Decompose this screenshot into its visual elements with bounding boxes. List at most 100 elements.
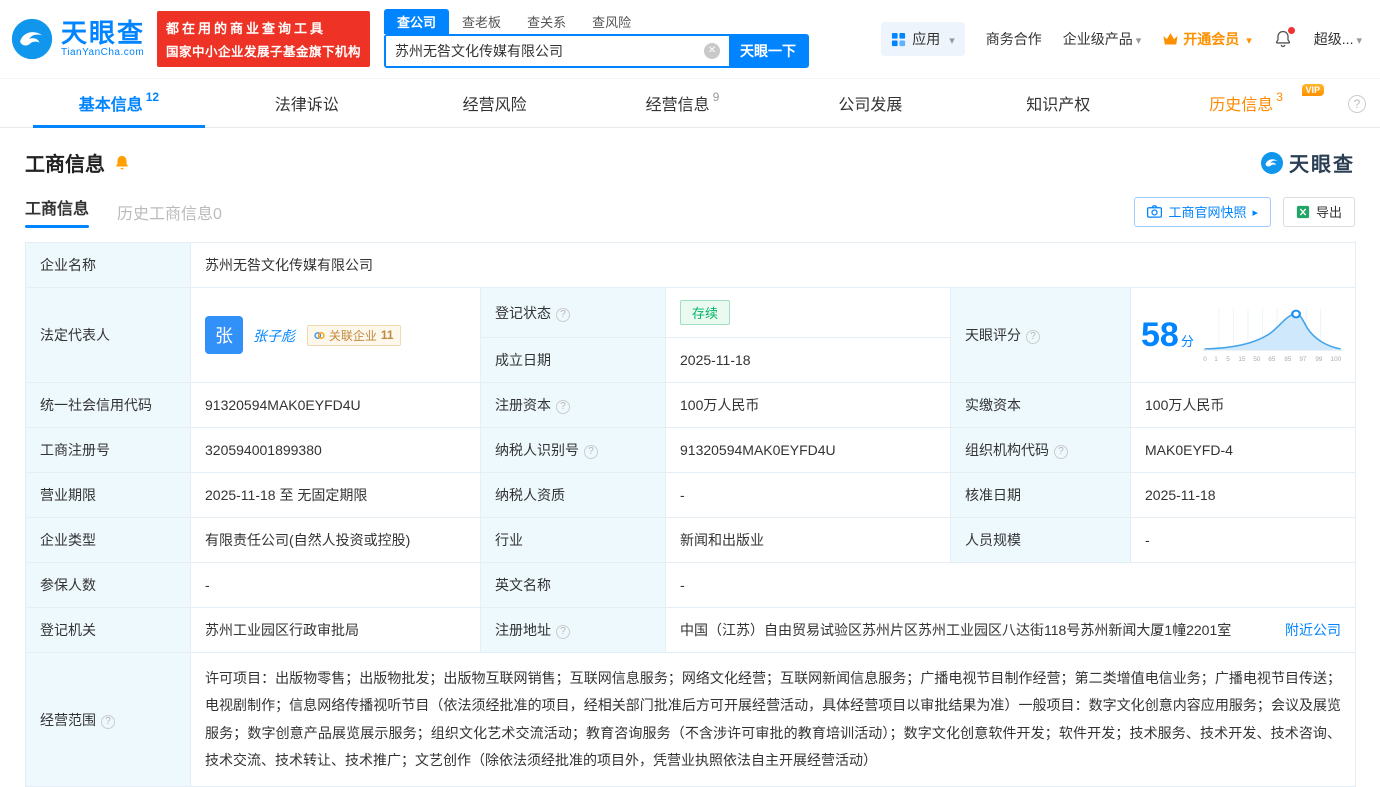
search-tab-relation[interactable]: 查关系 [514, 9, 579, 34]
reg-address-value: 中国（江苏）自由贸易试验区苏州片区苏州工业园区八达街118号苏州新闻大厦1幢22… [680, 620, 1231, 640]
paid-capital-value: 100万人民币 [1131, 383, 1356, 428]
tab-basic-info[interactable]: 基本信息 12 [25, 79, 213, 127]
staff-size-value: - [1131, 518, 1356, 563]
tab-company-development-label: 公司发展 [838, 91, 902, 115]
apps-menu-label: 应用 [912, 29, 940, 49]
related-companies-badge[interactable]: 关联企业 11 [307, 325, 401, 346]
table-row: 登记机关 苏州工业园区行政审批局 注册地址 中国（江苏）自由贸易试验区苏州片区苏… [26, 608, 1356, 653]
nearby-companies-link[interactable]: 附近公司 [1285, 620, 1341, 640]
apps-menu[interactable]: 应用 [881, 22, 965, 56]
tab-intellectual-property[interactable]: 知识产权 [964, 79, 1152, 127]
company-name-value: 苏州无咎文化传媒有限公司 [191, 243, 1356, 288]
search-input[interactable] [395, 43, 704, 59]
table-row: 企业类型 有限责任公司(自然人投资或控股) 行业 新闻和出版业 人员规模 - [26, 518, 1356, 563]
search-button[interactable]: 天眼一下 [729, 36, 807, 66]
user-menu[interactable]: 超级... [1314, 29, 1362, 49]
tab-intellectual-property-label: 知识产权 [1026, 91, 1090, 115]
help-icon[interactable] [584, 445, 598, 459]
notifications-bell[interactable] [1273, 29, 1293, 49]
watermark-text: 天眼查 [1289, 148, 1355, 177]
industry-value: 新闻和出版业 [666, 518, 951, 563]
tab-history-info[interactable]: 历史信息 3 VIP [1152, 79, 1340, 127]
field-label-score: 天眼评分 [951, 288, 1131, 383]
field-label-establish-date: 成立日期 [481, 338, 666, 383]
top-header: 天眼查 TianYanCha.com 都在用的商业查询工具 国家中小企业发展子基… [0, 0, 1380, 78]
subtab-history-business-info[interactable]: 历史工商信息0 [117, 200, 222, 224]
help-icon[interactable] [1054, 445, 1068, 459]
help-icon[interactable] [1348, 95, 1366, 113]
open-vip-button[interactable]: 开通会员 [1162, 29, 1252, 49]
logo-title: 天眼查 [61, 20, 145, 47]
tab-business-info-label: 经营信息 [646, 91, 710, 115]
promo-banner-line1: 都在用的商业查询工具 [166, 18, 361, 37]
field-label-reg-capital: 注册资本 [481, 383, 666, 428]
reg-number-value: 320594001899380 [191, 428, 481, 473]
business-term-value: 2025-11-18 至 无固定期限 [191, 473, 481, 518]
subtab-business-info[interactable]: 工商信息 [25, 195, 89, 228]
legal-rep-link[interactable]: 张子彪 [253, 328, 295, 344]
nav-enterprise-label: 企业级产品 [1063, 29, 1133, 49]
taxpayer-quality-value: - [666, 473, 951, 518]
vip-badge: VIP [1302, 84, 1325, 96]
excel-icon [1296, 205, 1310, 219]
chevron-down-icon [946, 31, 955, 47]
nav-cooperation[interactable]: 商务合作 [986, 29, 1042, 49]
table-row: 经营范围 许可项目：出版物零售；出版物批发；出版物互联网销售；互联网信息服务；网… [26, 653, 1356, 787]
nav-enterprise-products[interactable]: 企业级产品 [1063, 29, 1142, 49]
field-label-business-scope: 经营范围 [26, 653, 191, 787]
company-section-tabs: 基本信息 12 法律诉讼 经营风险 经营信息 9 公司发展 知识产权 历史信息 … [0, 78, 1380, 128]
search-area: 查公司 查老板 查关系 查风险 天眼一下 [384, 10, 809, 68]
monitor-bell-icon[interactable] [113, 154, 131, 172]
export-label: 导出 [1316, 202, 1342, 221]
field-label-staff-size: 人员规模 [951, 518, 1131, 563]
tab-business-info[interactable]: 经营信息 9 [589, 79, 777, 127]
tab-legal[interactable]: 法律诉讼 [213, 79, 401, 127]
taxpayer-id-value: 91320594MAK0EYFD4U [666, 428, 951, 473]
help-icon[interactable] [556, 625, 570, 639]
help-icon[interactable] [1026, 330, 1040, 344]
help-icon[interactable] [101, 715, 115, 729]
tab-history-info-count: 3 [1276, 90, 1283, 104]
search-box: 天眼一下 [384, 34, 809, 68]
field-label-company-type: 企业类型 [26, 518, 191, 563]
approval-date-value: 2025-11-18 [1131, 473, 1356, 518]
table-row: 法定代表人 张 张子彪 关联企业 11 [26, 288, 1356, 338]
camera-icon [1147, 205, 1162, 218]
field-label-legal-rep: 法定代表人 [26, 288, 191, 383]
search-tab-company[interactable]: 查公司 [384, 9, 449, 34]
score-cell: 58分 [1131, 288, 1356, 383]
chevron-down-icon [1133, 31, 1142, 47]
crown-icon [1162, 32, 1179, 47]
watermark-logo-icon [1260, 151, 1284, 175]
chevron-down-icon [1243, 31, 1252, 47]
field-label-approval-date: 核准日期 [951, 473, 1131, 518]
search-tab-risk[interactable]: 查风险 [579, 9, 644, 34]
search-tabs: 查公司 查老板 查关系 查风险 [384, 10, 809, 34]
legal-rep-cell: 张 张子彪 关联企业 11 [191, 288, 481, 383]
credit-code-value: 91320594MAK0EYFD4U [191, 383, 481, 428]
promo-banner[interactable]: 都在用的商业查询工具 国家中小企业发展子基金旗下机构 [157, 11, 370, 67]
field-label-industry: 行业 [481, 518, 666, 563]
field-label-business-term: 营业期限 [26, 473, 191, 518]
official-snapshot-label: 工商官网快照 [1168, 202, 1246, 221]
subtab-business-info-label: 工商信息 [25, 201, 89, 218]
help-icon[interactable] [556, 400, 570, 414]
tianyancha-logo[interactable]: 天眼查 TianYanCha.com [10, 17, 145, 61]
logo-subtitle: TianYanCha.com [61, 47, 145, 58]
clear-search-icon[interactable] [704, 43, 720, 59]
export-button[interactable]: 导出 [1283, 197, 1355, 227]
related-companies-label: 关联企业 [329, 327, 377, 344]
tab-operating-risk[interactable]: 经营风险 [401, 79, 589, 127]
tab-basic-info-label: 基本信息 [79, 91, 143, 115]
help-icon[interactable] [556, 308, 570, 322]
official-snapshot-button[interactable]: 工商官网快照 [1134, 197, 1271, 227]
search-tab-boss[interactable]: 查老板 [449, 9, 514, 34]
avatar[interactable]: 张 [205, 316, 243, 354]
field-label-english-name: 英文名称 [481, 563, 666, 608]
field-label-taxpayer-quality: 纳税人资质 [481, 473, 666, 518]
apps-grid-icon [891, 32, 906, 47]
org-code-value: MAK0EYFD-4 [1131, 428, 1356, 473]
tab-company-development[interactable]: 公司发展 [776, 79, 964, 127]
table-row: 企业名称 苏州无咎文化传媒有限公司 [26, 243, 1356, 288]
score-marker-dot [1292, 311, 1300, 318]
